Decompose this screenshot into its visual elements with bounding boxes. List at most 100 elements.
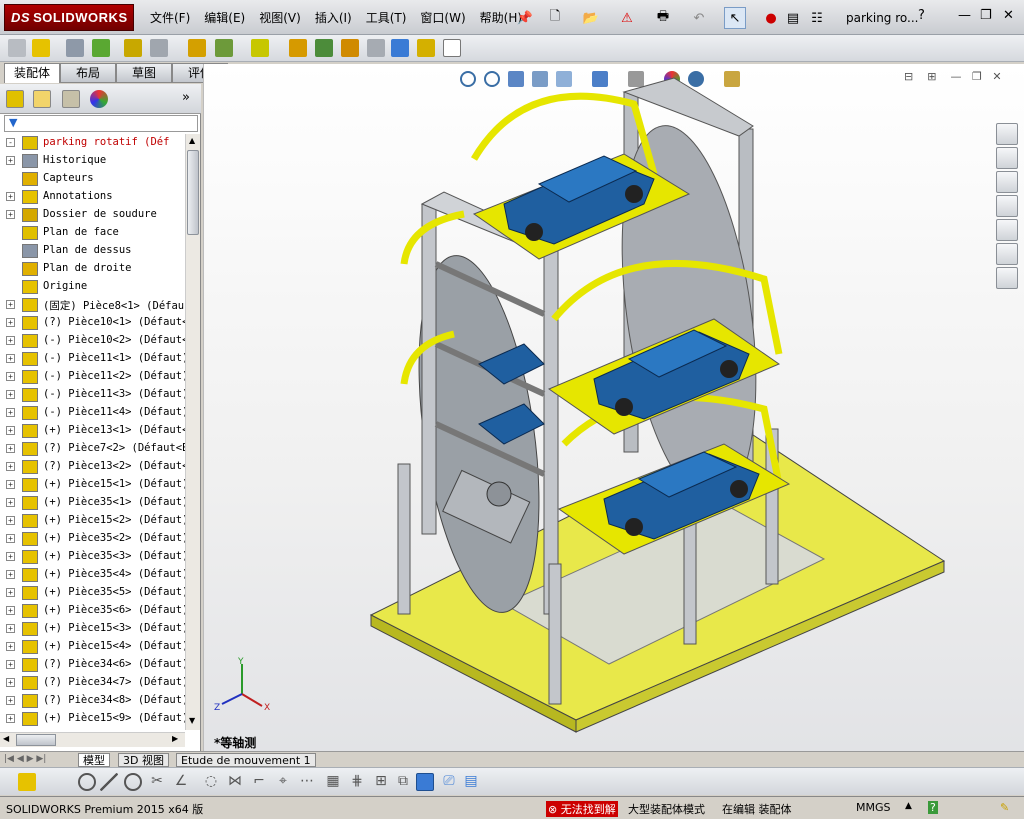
design-library-icon[interactable] <box>996 147 1018 169</box>
snap-icon[interactable]: ⋕ <box>348 773 366 791</box>
appearances-icon[interactable] <box>996 219 1018 241</box>
hscroll-thumb[interactable] <box>16 734 56 746</box>
expand-toggle-icon[interactable]: - <box>6 138 15 147</box>
expand-panel-icon[interactable]: » <box>182 90 190 105</box>
help-icon[interactable]: ? <box>918 8 925 23</box>
tree-item[interactable]: + Historique <box>0 152 185 170</box>
property-manager-tab-icon[interactable] <box>33 90 51 108</box>
3d-sketch-icon[interactable]: ⧉ <box>394 773 412 791</box>
tree-item[interactable]: + (+) Pièce35<5> (Défaut) <box>0 584 185 602</box>
move-component-icon[interactable] <box>150 39 168 57</box>
tree-item[interactable]: + (+) Pièce35<3> (Défaut) <box>0 548 185 566</box>
grid-icon[interactable]: ▦ <box>324 773 342 791</box>
angle-icon[interactable]: ∠ <box>172 773 190 791</box>
tree-item[interactable]: + (固定) Pièce8<1> (Défau <box>0 296 185 314</box>
expand-toggle-icon[interactable]: + <box>6 534 15 543</box>
menu-tools[interactable]: 工具(T) <box>366 9 407 26</box>
menu-window[interactable]: 窗口(W) <box>420 9 465 26</box>
assembly-features-icon[interactable] <box>215 39 233 57</box>
expand-toggle-icon[interactable]: + <box>6 156 15 165</box>
tree-item[interactable]: + (+) Pièce35<1> (Défaut) <box>0 494 185 512</box>
expand-toggle-icon[interactable]: + <box>6 624 15 633</box>
mate-icon[interactable] <box>32 39 50 57</box>
error-badge[interactable]: ⊗ 无法找到解 <box>546 801 618 817</box>
expand-toggle-icon[interactable]: + <box>6 516 15 525</box>
restore-icon[interactable]: ❐ <box>980 8 992 23</box>
construction-icon[interactable]: ⋯ <box>298 773 316 791</box>
reference-geometry-icon[interactable] <box>251 39 269 57</box>
tree-item[interactable]: + (-) Pièce11<2> (Défaut) <box>0 368 185 386</box>
open-folder-icon[interactable]: 📂 <box>580 7 602 29</box>
tree-item[interactable]: Plan de dessus <box>0 242 185 260</box>
tree-item[interactable]: - parking rotatif (Déf <box>0 134 185 152</box>
tree-item[interactable]: + (+) Pièce35<4> (Défaut) <box>0 566 185 584</box>
tree-item[interactable]: Capteurs <box>0 170 185 188</box>
tree-item[interactable]: + (?) Pièce7<2> (Défaut<B <box>0 440 185 458</box>
rapid-sketch-icon[interactable]: ⊞ <box>372 773 390 791</box>
menu-edit[interactable]: 编辑(E) <box>204 9 245 26</box>
show-hidden-icon[interactable] <box>188 39 206 57</box>
expand-toggle-icon[interactable]: + <box>6 606 15 615</box>
close-icon[interactable]: ✕ <box>1003 8 1014 23</box>
view-palette-icon[interactable] <box>996 195 1018 217</box>
tab-sketch[interactable]: 草图 <box>116 63 172 83</box>
select-cursor-icon[interactable]: ↖ <box>724 7 746 29</box>
feature-tree-tab-icon[interactable] <box>6 90 24 108</box>
tree-item[interactable]: + (?) Pièce34<8> (Défaut) <box>0 692 185 710</box>
print-icon[interactable]: 🖶 <box>652 7 674 29</box>
scroll-right-icon[interactable]: ▶ <box>172 734 178 743</box>
tree-item[interactable]: + (?) Pièce34<7> (Défaut) <box>0 674 185 692</box>
pin-icon[interactable]: 📌 <box>514 7 536 29</box>
linear-pattern-icon[interactable] <box>92 39 110 57</box>
scroll-thumb[interactable] <box>187 150 199 235</box>
expand-toggle-icon[interactable]: + <box>6 498 15 507</box>
tree-item[interactable]: + (?) Pièce13<2> (Défaut< <box>0 458 185 476</box>
tab-model[interactable]: 模型 <box>78 753 110 767</box>
table-icon[interactable]: ▤ <box>462 773 480 791</box>
tab-nav-arrows-icon[interactable]: |◀ ◀ ▶ ▶| <box>4 754 46 764</box>
tree-item[interactable]: + (?) Pièce34<6> (Défaut) <box>0 656 185 674</box>
options-icon[interactable]: ▤ <box>782 7 804 29</box>
tree-item[interactable]: + (-) Pièce10<2> (Défaut< <box>0 332 185 350</box>
expand-toggle-icon[interactable]: + <box>6 570 15 579</box>
menu-insert[interactable]: 插入(I) <box>315 9 352 26</box>
polygon-icon[interactable] <box>124 773 142 791</box>
camera-icon[interactable]: ⎚ <box>440 773 458 791</box>
undo-icon[interactable]: ↶ <box>688 7 710 29</box>
expand-toggle-icon[interactable]: + <box>6 480 15 489</box>
tab-layout[interactable]: 布局 <box>60 63 116 83</box>
expand-toggle-icon[interactable]: + <box>6 462 15 471</box>
expand-toggle-icon[interactable]: + <box>6 642 15 651</box>
appearance-tab-icon[interactable] <box>90 90 108 108</box>
offset-icon[interactable]: ◌ <box>202 773 220 791</box>
tab-assembly[interactable]: 装配体 <box>4 63 60 83</box>
expand-toggle-icon[interactable]: + <box>6 714 15 723</box>
expand-toggle-icon[interactable]: + <box>6 336 15 345</box>
paperclip-icon[interactable] <box>66 39 84 57</box>
units-dropdown-icon[interactable]: ▲ <box>905 801 912 811</box>
trim-icon[interactable]: ✂ <box>148 773 166 791</box>
tree-item[interactable]: + (+) Pièce15<2> (Défaut) <box>0 512 185 530</box>
assembly-model[interactable]: Y X Z <box>204 64 1024 751</box>
fillet-icon[interactable]: ⌐ <box>250 773 268 791</box>
tab-3d-view[interactable]: 3D 视图 <box>118 753 169 767</box>
expand-toggle-icon[interactable]: + <box>6 426 15 435</box>
mirror-icon[interactable]: ⋈ <box>226 773 244 791</box>
expand-toggle-icon[interactable]: + <box>6 552 15 561</box>
solidworks-logo[interactable]: DS SOLIDWORKS <box>4 4 134 31</box>
tree-filter[interactable]: ▼ <box>4 115 198 132</box>
tree-item[interactable]: + (+) Pièce15<3> (Défaut) <box>0 620 185 638</box>
tree-horizontal-scrollbar[interactable]: ◀ ▶ <box>0 732 185 747</box>
instant3d-icon[interactable] <box>417 39 435 57</box>
warning-icon[interactable]: ⚠ <box>616 7 638 29</box>
new-document-icon[interactable]: 🗋 <box>544 7 566 29</box>
solidworks-forum-icon[interactable] <box>996 267 1018 289</box>
tree-item[interactable]: + Annotations <box>0 188 185 206</box>
expand-toggle-icon[interactable]: + <box>6 192 15 201</box>
pen-icon[interactable]: ✎ <box>1000 801 1009 814</box>
tree-item[interactable]: + (+) Pièce35<6> (Défaut) <box>0 602 185 620</box>
scroll-left-icon[interactable]: ◀ <box>3 734 9 743</box>
expand-toggle-icon[interactable]: + <box>6 678 15 687</box>
tree-item[interactable]: + (+) Pièce35<2> (Défaut) <box>0 530 185 548</box>
new-motion-study-icon[interactable] <box>289 39 307 57</box>
